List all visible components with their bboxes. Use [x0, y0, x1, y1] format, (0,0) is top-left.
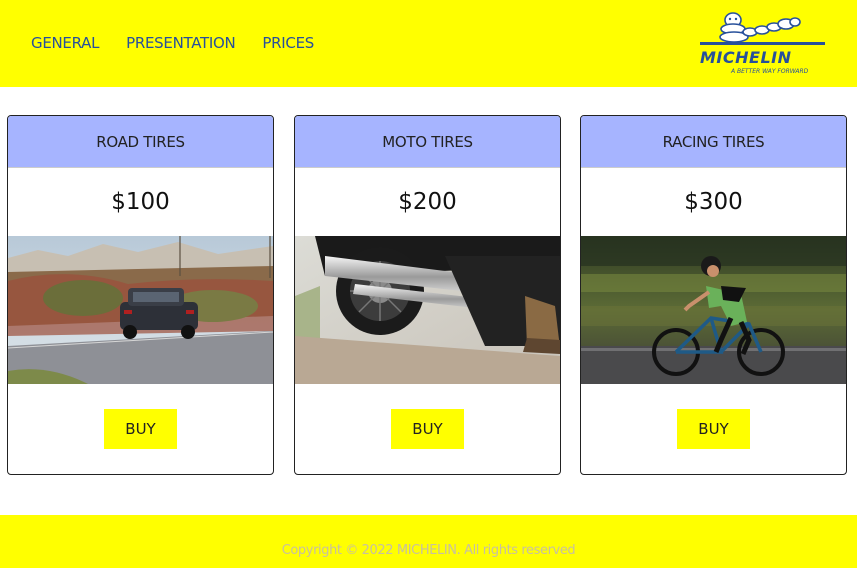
nav-prices-link[interactable]: PRICES [262, 33, 314, 53]
card-price: $100 [111, 189, 170, 215]
logo-wordmark: MICHELIN [700, 48, 792, 67]
logo-tagline: A BETTER WAY FORWARD [731, 68, 809, 75]
michelin-logo[interactable]: MICHELIN A BETTER WAY FORWARD [698, 10, 828, 78]
buy-button-moto[interactable]: BUY [391, 409, 464, 449]
footer: Copyright © 2022 MICHELIN. All rights re… [0, 515, 857, 568]
card-title: RACING TIRES [581, 116, 846, 168]
buy-button-road[interactable]: BUY [104, 409, 177, 449]
product-card-moto: MOTO TIRES $200 BUY [294, 115, 561, 475]
bibendum-icon [700, 12, 825, 45]
buy-button-racing[interactable]: BUY [677, 409, 750, 449]
header: GENERAL PRESENTATION PRICES MICHELIN A B… [0, 0, 857, 87]
card-title: MOTO TIRES [295, 116, 560, 168]
nav-presentation-link[interactable]: PRESENTATION [126, 33, 236, 53]
main-nav: GENERAL PRESENTATION PRICES [31, 33, 341, 53]
card-price: $200 [398, 189, 457, 215]
suv-on-road-photo [8, 236, 273, 384]
nav-general-link[interactable]: GENERAL [31, 33, 99, 53]
product-card-road: ROAD TIRES $100 BUY [7, 115, 274, 475]
cyclist-photo [581, 236, 846, 384]
product-card-racing: RACING TIRES $300 BUY [580, 115, 847, 475]
card-price: $300 [684, 189, 743, 215]
copyright-text: Copyright © 2022 MICHELIN. All rights re… [281, 543, 576, 558]
card-title: ROAD TIRES [8, 116, 273, 168]
motorcycle-wheel-photo [295, 236, 560, 384]
